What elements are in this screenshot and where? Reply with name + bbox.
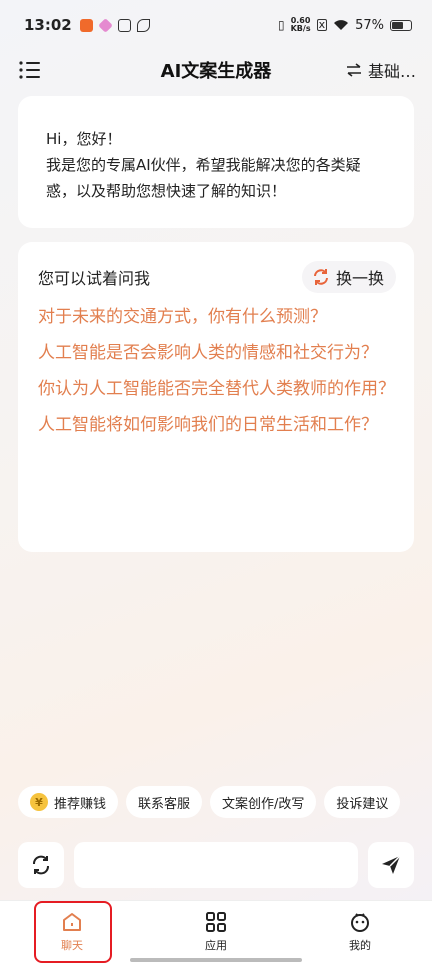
suggestion-question-2[interactable]: 人工智能是否会影响人类的情感和社交行为？ xyxy=(38,340,396,366)
chip-label: 推荐赚钱 xyxy=(54,796,107,812)
mail-notification-icon xyxy=(117,18,131,32)
battery-fill xyxy=(392,21,404,29)
annotation-highlight-box xyxy=(34,901,112,963)
net-speed: 0.60 KB/s xyxy=(291,17,311,33)
tab-profile[interactable]: 我的 xyxy=(288,901,432,964)
refresh-icon xyxy=(313,269,328,285)
notification-app-icon xyxy=(79,18,93,32)
message-input-row xyxy=(18,842,414,888)
refresh-label: 换一换 xyxy=(335,269,384,288)
page-title: AI文案生成器 xyxy=(160,61,272,82)
suggestion-question-1[interactable]: 对于未来的交通方式，你有什么预测？ xyxy=(38,304,396,330)
suggestion-question-4[interactable]: 人工智能将如何影响我们的日常生活和工作？ xyxy=(38,412,396,438)
tab-profile-label: 我的 xyxy=(349,939,371,952)
message-input[interactable] xyxy=(74,842,358,888)
send-icon xyxy=(382,855,401,874)
diamond-notification-icon xyxy=(97,17,113,33)
chip-contact-support[interactable]: 联系客服 xyxy=(126,786,203,818)
coin-icon: ¥ xyxy=(30,793,48,811)
refresh-icon xyxy=(33,855,49,875)
quick-action-chips: ¥ 推荐赚钱 联系客服 文案创作/改写 投诉建议 xyxy=(18,786,401,818)
chip-copywriting[interactable]: 文案创作/改写 xyxy=(210,786,317,818)
leaf-notification-icon xyxy=(136,18,150,32)
greeting-card: Hi，您好！ 我是您的专属AI伙伴，希望我能解决您的各类疑 惑，以及帮助您想快速… xyxy=(18,96,414,228)
greeting-line-2: 我是您的专属AI伙伴，希望我能解决您的各类疑 xyxy=(46,156,361,174)
menu-list-icon[interactable] xyxy=(18,60,42,80)
battery-icon xyxy=(390,19,412,31)
status-time: 13:02 xyxy=(24,16,72,34)
swap-icon xyxy=(346,63,361,77)
greeting-line-3: 惑，以及帮助您想快速了解的知识！ xyxy=(46,182,287,200)
chip-recommend-earn[interactable]: ¥ 推荐赚钱 xyxy=(18,786,119,818)
tab-apps[interactable]: 应用 xyxy=(144,901,288,964)
model-label: 基础… xyxy=(367,62,416,81)
sim-off-icon: x xyxy=(316,18,328,31)
home-indicator[interactable] xyxy=(130,958,302,962)
suggestions-card: 您可以试着问我 换一换 对于未来的交通方式，你有什么预测？ 人工智能是否会影响人… xyxy=(18,242,414,552)
suggestion-question-3[interactable]: 你认为人工智能能否完全替代人类教师的作用？ xyxy=(38,376,396,402)
tab-apps-label: 应用 xyxy=(205,939,227,952)
wifi-icon xyxy=(334,20,349,30)
suggestions-title: 您可以试着问我 xyxy=(38,269,151,288)
refresh-suggestions-button[interactable]: 换一换 xyxy=(301,261,396,293)
greeting-line-1: Hi，您好！ xyxy=(46,130,122,148)
grid-icon xyxy=(206,912,226,932)
send-button[interactable] xyxy=(368,842,414,888)
vibrate-icon: ▯ xyxy=(277,18,285,32)
chip-feedback[interactable]: 投诉建议 xyxy=(324,786,401,818)
net-speed-unit: KB/s xyxy=(290,24,311,33)
battery-text: 57% xyxy=(355,17,384,33)
app-header: AI文案生成器 基础… xyxy=(0,50,432,90)
status-bar: 13:02 ▯ 0.60 KB/s x 57% xyxy=(0,0,432,50)
suggestion-list: 对于未来的交通方式，你有什么预测？ 人工智能是否会影响人类的情感和社交行为？ 你… xyxy=(38,304,396,438)
model-switch-button[interactable]: 基础… xyxy=(346,58,416,82)
robot-face-icon xyxy=(351,913,369,932)
reset-chat-button[interactable] xyxy=(18,842,64,888)
